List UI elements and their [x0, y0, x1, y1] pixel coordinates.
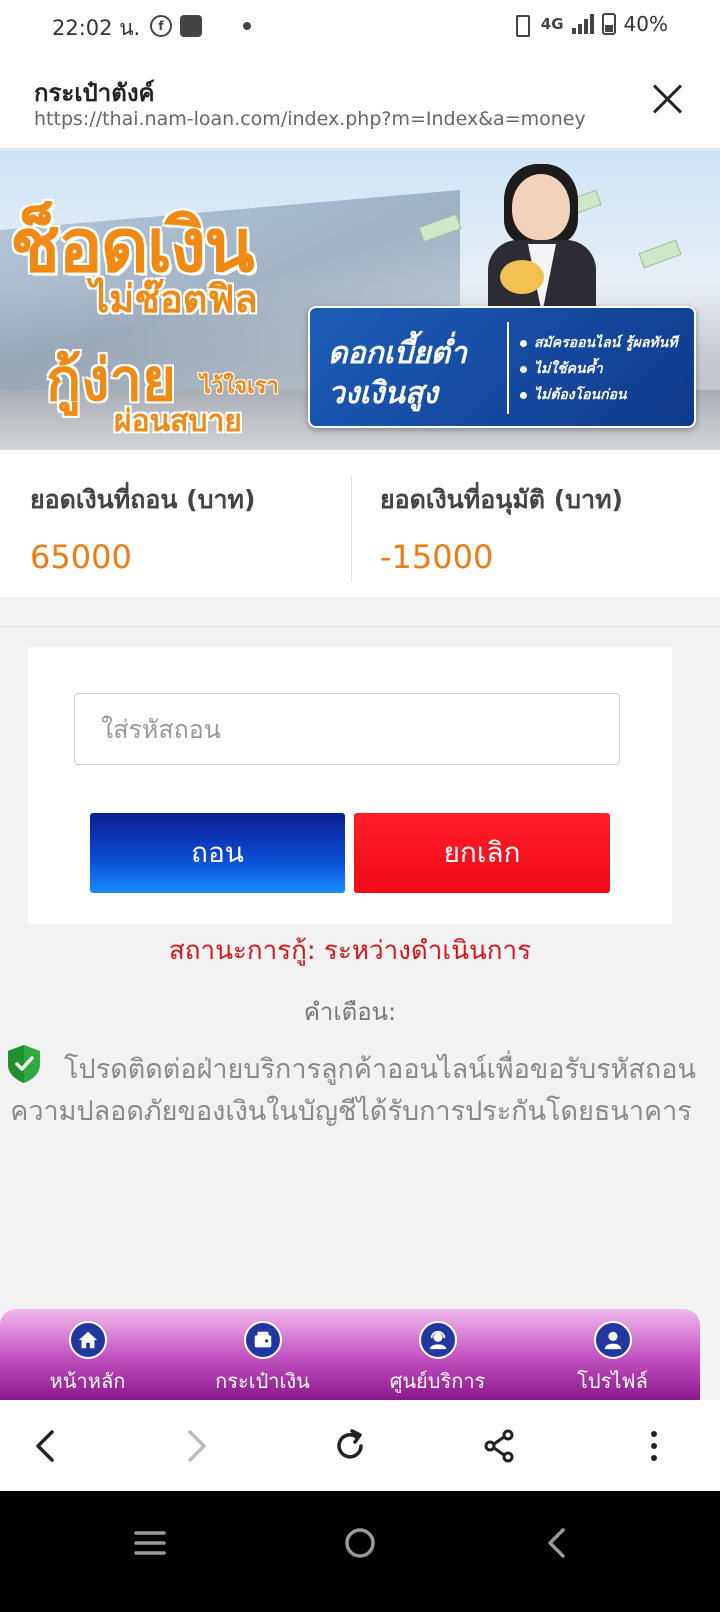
battery-percent: 40%: [623, 12, 668, 36]
piggy-bank-icon: [500, 260, 544, 294]
status-time: 22:02 น.: [52, 16, 141, 40]
browser-titlebar: กระเป๋าตังค์ https://thai.nam-loan.com/i…: [0, 55, 720, 149]
home-button-icon[interactable]: [330, 1513, 390, 1573]
forward-icon[interactable]: [172, 1422, 220, 1470]
recent-apps-icon[interactable]: [120, 1513, 180, 1573]
withdraw-amount-value: 65000: [30, 538, 132, 576]
nav-item-wallet[interactable]: กระเป๋าเงิน: [175, 1309, 350, 1400]
facebook-icon: f: [150, 15, 172, 37]
nav-label: ศูนย์บริการ: [389, 1369, 486, 1393]
panel-line-1: ดอกเบี้ยต่ำ: [328, 336, 467, 371]
share-icon[interactable]: [476, 1422, 524, 1470]
back-icon[interactable]: [22, 1422, 70, 1470]
cancel-button[interactable]: ยกเลิก: [354, 813, 610, 893]
nav-item-home[interactable]: หน้าหลัก: [0, 1309, 175, 1400]
feature-item: ไม่ใช้คนค้ำ: [520, 356, 677, 382]
reload-icon[interactable]: [326, 1422, 374, 1470]
withdraw-amount-label: ยอดเงินที่ถอน (บาท): [30, 485, 256, 514]
balance-divider: [351, 476, 352, 582]
app-notification-icon: [180, 15, 202, 37]
banner-subheadline: ไม่ช๊อตฟิล: [90, 277, 258, 321]
signal-icon: [571, 14, 594, 34]
approved-amount-value: -15000: [380, 538, 494, 576]
warning-message: โปรดติดต่อฝ่ายบริการลูกค้าออนไลน์เพื่อขอ…: [6, 1044, 696, 1133]
feature-list: สมัครออนไลน์ รู้ผลทันที ไม่ใช้คนค้ำ ไม่ต…: [520, 330, 677, 408]
withdraw-button[interactable]: ถอน: [90, 813, 345, 893]
loan-status: สถานะการกู้: ระหว่างดำเนินการ: [168, 936, 532, 966]
more-notifications-icon: [243, 22, 251, 30]
close-icon[interactable]: [652, 83, 684, 115]
browser-toolbar: [0, 1400, 720, 1491]
page-title: กระเป๋าตังค์: [34, 79, 155, 107]
nav-item-profile[interactable]: โปรไฟล์: [525, 1309, 700, 1400]
banner-info-panel: ดอกเบี้ยต่ำ วงเงินสูง สมัครออนไลน์ รู้ผล…: [308, 306, 696, 428]
feature-item: ไม่ต้องโอนก่อน: [520, 382, 677, 408]
shield-check-icon: [6, 1044, 42, 1084]
warning-title: คำเตือน:: [303, 998, 397, 1026]
home-icon: [68, 1321, 107, 1359]
more-options-icon[interactable]: [630, 1422, 678, 1470]
back-button-icon[interactable]: [528, 1513, 588, 1573]
approved-amount-label: ยอดเงินที่อนุมัติ (บาท): [380, 485, 623, 514]
status-right: 4G 40%: [509, 12, 668, 37]
withdraw-amount: ยอดเงินที่ถอน (บาท) 65000: [30, 480, 255, 576]
warning-text: โปรดติดต่อฝ่ายบริการลูกค้าออนไลน์เพื่อขอ…: [10, 1054, 696, 1127]
banner-tagline-2: ผ่อนสบาย: [114, 404, 242, 439]
nav-label: กระเป๋าเงิน: [215, 1369, 310, 1393]
panel-line-2: วงเงินสูง: [328, 376, 438, 411]
nav-label: โปรไฟล์: [577, 1369, 648, 1393]
network-label: 4G: [540, 15, 564, 33]
support-icon: [418, 1321, 457, 1359]
nav-label: หน้าหลัก: [49, 1369, 126, 1393]
section-divider: [0, 626, 720, 627]
bottom-nav: หน้าหลัก กระเป๋าเงิน ศูนย์บริการ โปรไฟล์: [0, 1309, 700, 1400]
panel-divider: [507, 322, 509, 414]
page-url: https://thai.nam-loan.com/index.php?m=In…: [34, 108, 586, 130]
status-bar: 22:02 น. f 4G 40%: [0, 0, 720, 55]
vibrate-icon: [509, 14, 533, 37]
panel-headline: ดอกเบี้ยต่ำ วงเงินสูง: [328, 334, 467, 414]
money-bill-icon: [638, 239, 682, 269]
profile-icon: [593, 1321, 632, 1359]
withdraw-code-input[interactable]: [74, 693, 620, 765]
battery-icon: [601, 13, 616, 35]
approved-amount: ยอดเงินที่อนุมัติ (บาท) -15000: [380, 480, 623, 576]
feature-item: สมัครออนไลน์ รู้ผลทันที: [520, 330, 677, 356]
promo-banner: ช็อดเงิน ไม่ช๊อตฟิล กู้ง่าย ไว้ใจเรา ผ่อ…: [0, 150, 720, 450]
wallet-icon: [243, 1321, 282, 1359]
balance-summary: ยอดเงินที่ถอน (บาท) 65000 ยอดเงินที่อนุม…: [0, 450, 720, 597]
nav-item-support[interactable]: ศูนย์บริการ: [350, 1309, 525, 1400]
system-nav-bar: [0, 1491, 720, 1612]
notification-icons: f: [150, 15, 202, 37]
withdraw-form: ถอน ยกเลิก: [28, 647, 672, 924]
